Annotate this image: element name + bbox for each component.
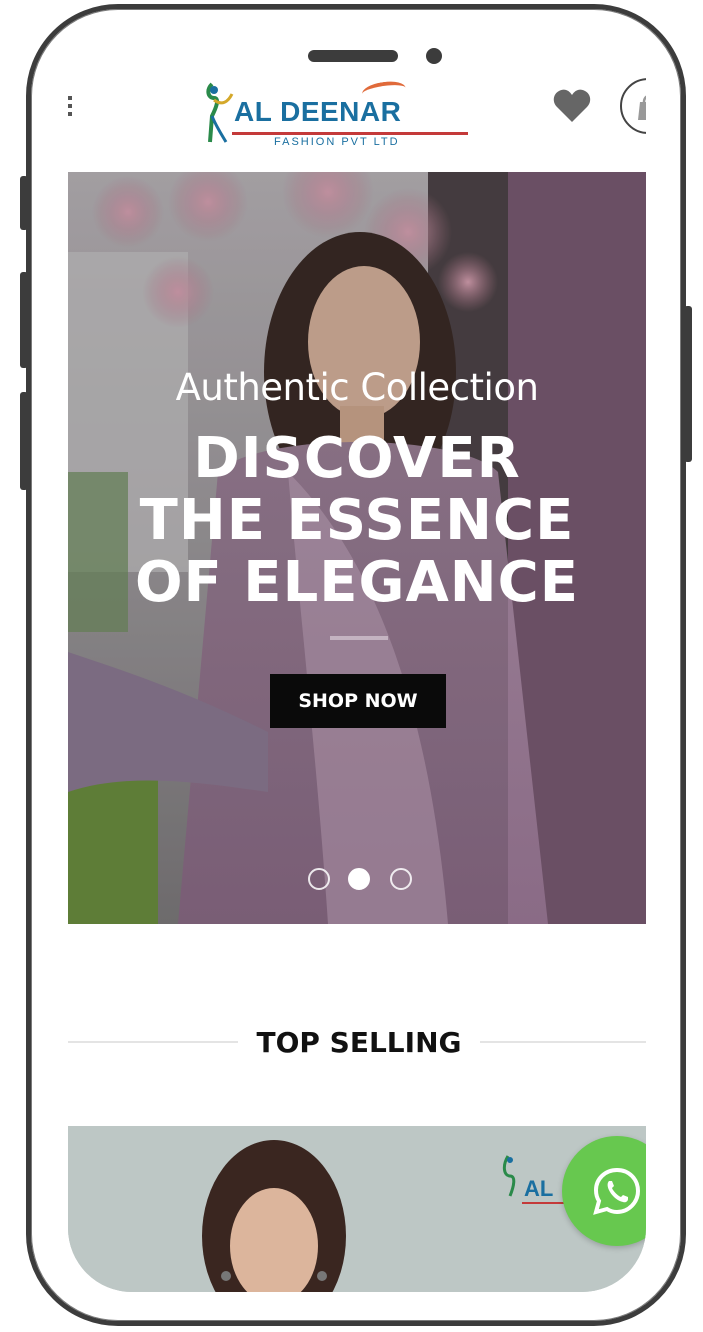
brand-tagline: FASHION PVT LTD	[274, 136, 400, 148]
hero-headline-line-2: THE ESSENCE	[139, 488, 575, 553]
carousel-dot-3[interactable]	[390, 868, 412, 890]
hero-headline-line-1: DISCOVER	[193, 426, 521, 491]
brand-name: AL DEENAR	[234, 96, 402, 127]
app-screen: AL DEENAR FASHION PVT LTD Authentic Coll…	[68, 72, 646, 1292]
brand-logo[interactable]: AL DEENAR FASHION PVT LTD	[202, 78, 472, 152]
hero-headline-line-3: OF ELEGANCE	[134, 550, 580, 615]
phone-speaker	[308, 50, 398, 62]
phone-mockup: AL DEENAR FASHION PVT LTD Authentic Coll…	[0, 0, 703, 1332]
hero-carousel[interactable]: Authentic Collection DISCOVER THE ESSENC…	[68, 172, 646, 924]
heading-rule-right	[480, 1041, 646, 1043]
carousel-dot-1[interactable]	[308, 868, 330, 890]
shop-now-button[interactable]: SHOP NOW	[270, 674, 446, 728]
site-header: AL DEENAR FASHION PVT LTD	[68, 72, 646, 172]
hero-divider	[330, 636, 388, 640]
heart-icon[interactable]	[552, 86, 592, 126]
carousel-pagination	[68, 868, 646, 892]
product-card[interactable]: AL	[68, 1126, 646, 1292]
menu-dots-icon[interactable]	[68, 94, 78, 122]
whatsapp-icon	[593, 1167, 641, 1215]
logo-underline	[232, 132, 468, 135]
phone-camera	[426, 48, 442, 64]
hero-overlay: Authentic Collection DISCOVER THE ESSENC…	[68, 172, 646, 924]
hero-kicker: Authentic Collection	[175, 366, 539, 409]
svg-text:AL: AL	[524, 1176, 553, 1201]
top-selling-heading: TOP SELLING	[68, 1022, 646, 1062]
product-image: AL	[68, 1126, 646, 1292]
dancer-figure-icon	[206, 82, 234, 143]
shopping-bag-icon[interactable]	[620, 78, 646, 134]
carousel-dot-2[interactable]	[348, 868, 370, 890]
section-title: TOP SELLING	[256, 1026, 462, 1059]
heading-rule-left	[68, 1041, 238, 1043]
